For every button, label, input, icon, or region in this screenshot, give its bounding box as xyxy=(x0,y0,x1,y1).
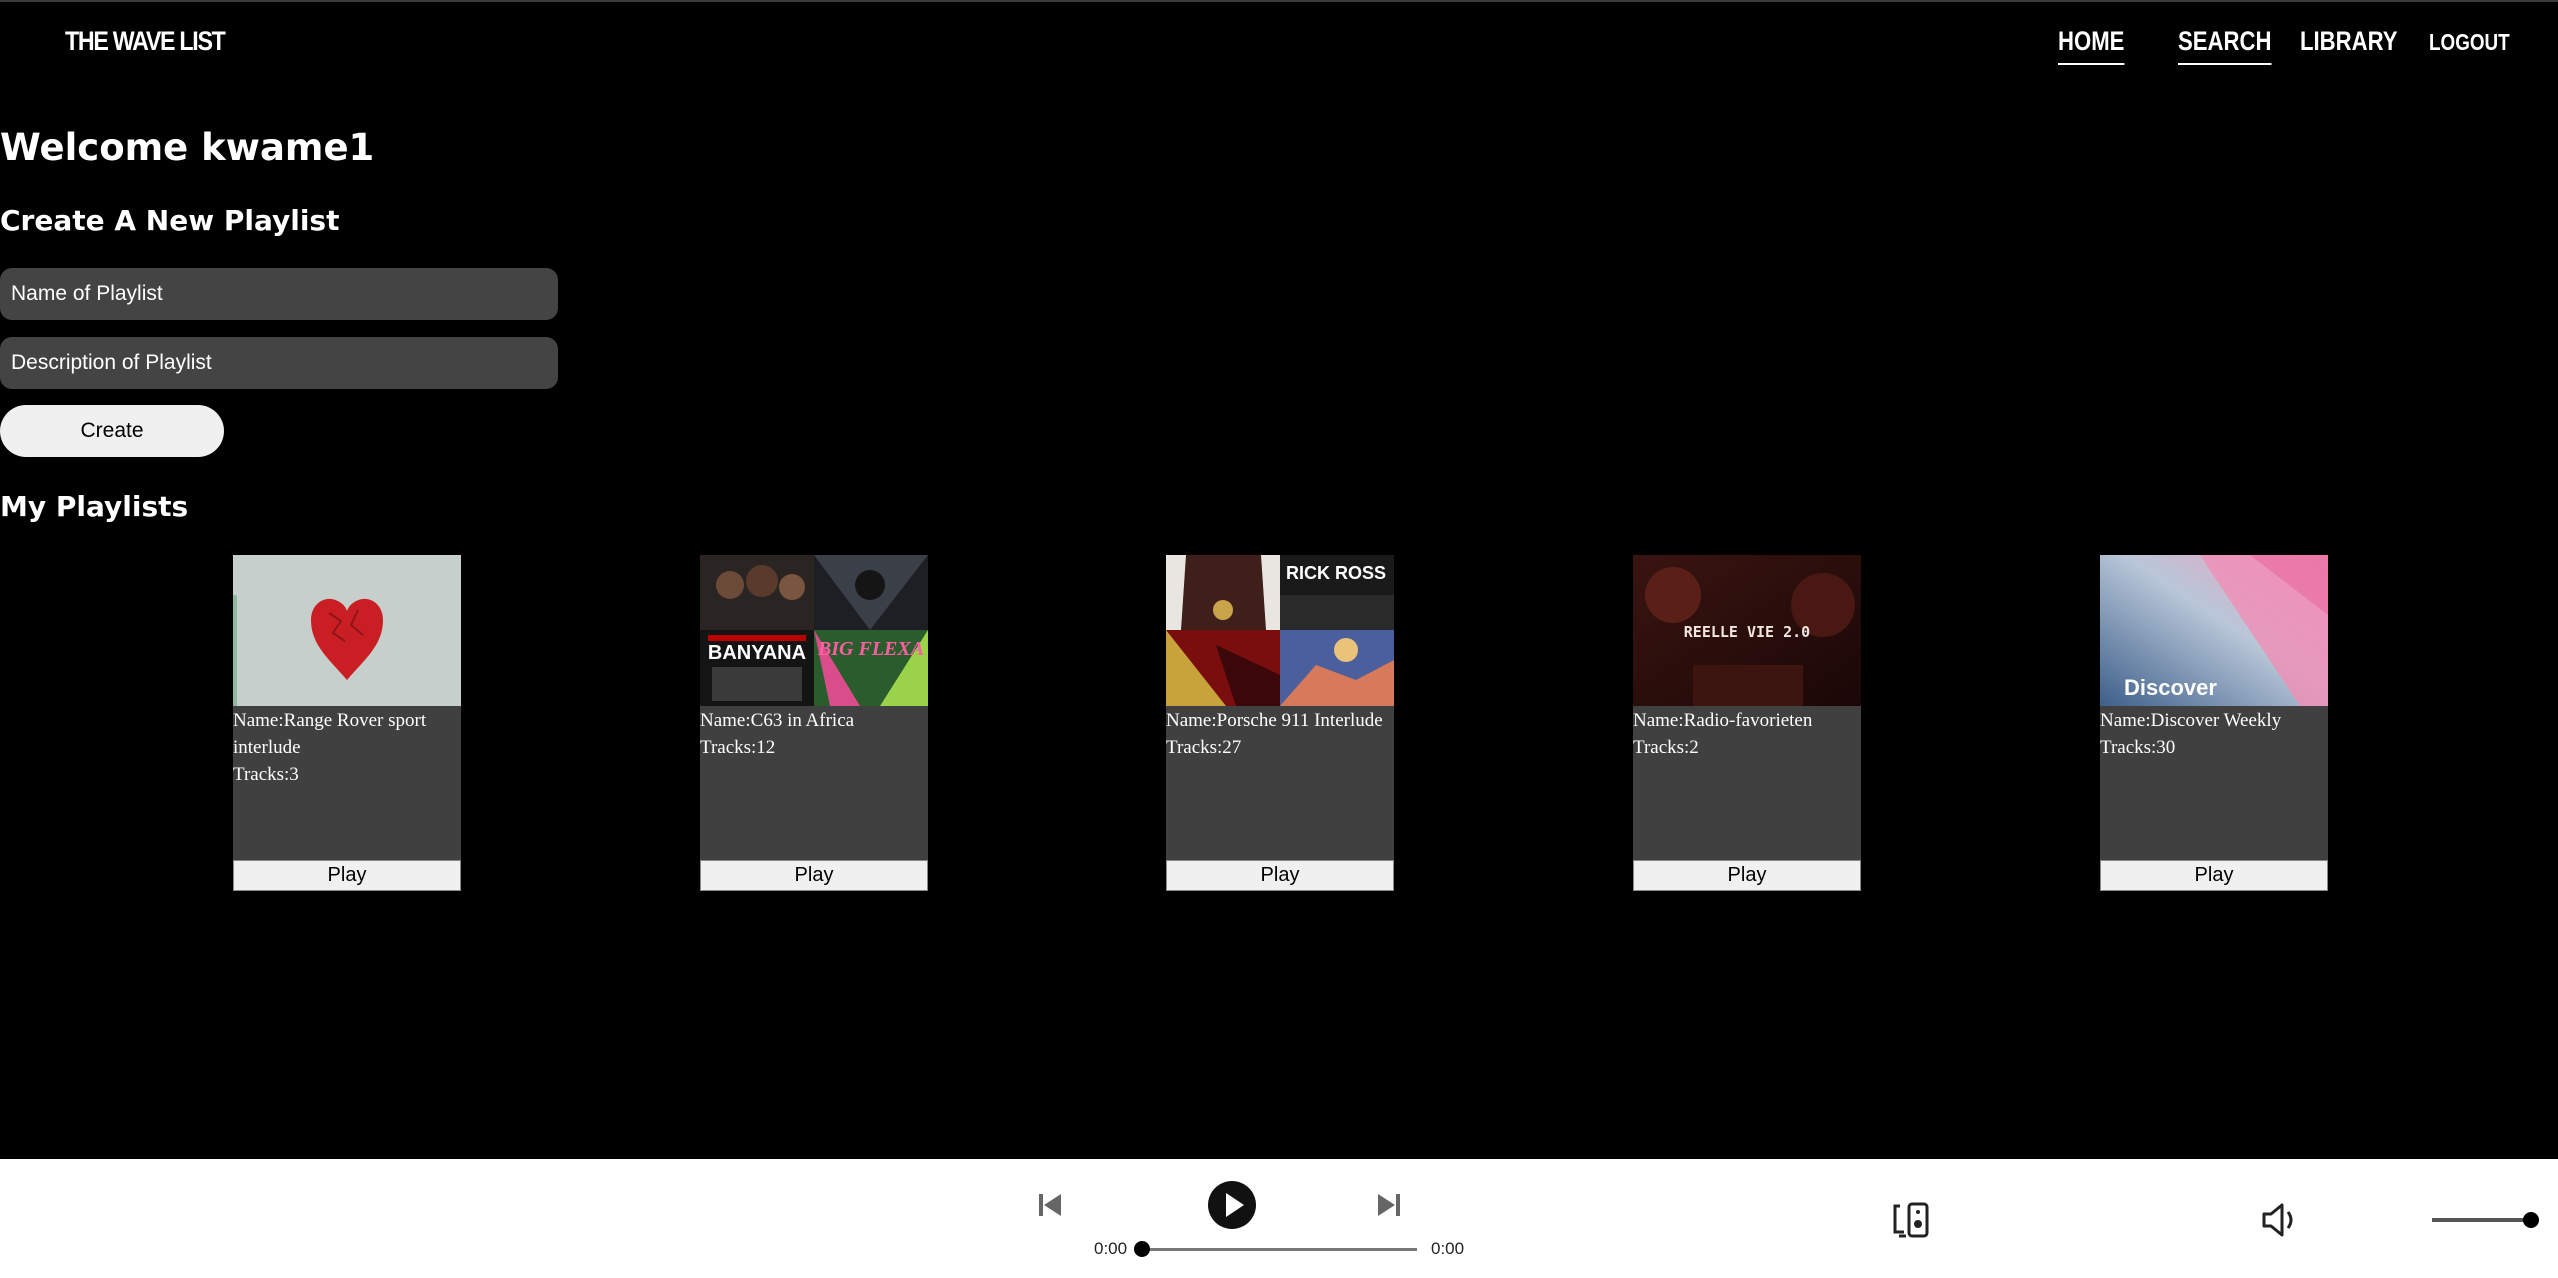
playlist-name: Name:Radio-favorieten xyxy=(1633,710,1813,731)
nav-home[interactable]: HOME xyxy=(2058,26,2125,65)
progress-thumb[interactable] xyxy=(1134,1241,1150,1257)
playlist-tracks: Tracks:2 xyxy=(1633,737,1699,758)
playlist-name: Name:Porsche 911 Interlude xyxy=(1166,710,1383,731)
playlist-tracks: Tracks:3 xyxy=(233,764,299,785)
playlist-cover[interactable] xyxy=(233,555,461,706)
volume-thumb[interactable] xyxy=(2523,1212,2539,1228)
cover-text-banyana: BANYANA xyxy=(708,642,806,664)
play-button[interactable]: Play xyxy=(1633,860,1861,891)
playlist-name: Name:C63 in Africa xyxy=(700,710,855,731)
play-button[interactable]: Play xyxy=(233,860,461,891)
playlist-card: Discover Name:Discover Weekly Tracks:30 … xyxy=(2100,555,2328,891)
volume-icon[interactable] xyxy=(2260,1202,2298,1242)
playlist-cover[interactable]: RICK ROSS xyxy=(1166,555,1394,706)
volume-slider[interactable] xyxy=(2432,1218,2532,1222)
playlist-name-input[interactable] xyxy=(0,268,558,320)
cover-text-radio: REELLE VIE 2.0 xyxy=(1684,623,1810,641)
cover-text-big-flexa: BIG FLEXA xyxy=(817,638,924,660)
nav-library[interactable]: LIBRARY xyxy=(2300,26,2398,63)
brand-logo[interactable]: THE WAVE LIST xyxy=(65,26,226,57)
create-playlist-heading: Create A New Playlist xyxy=(0,204,340,237)
playlist-tracks: Tracks:30 xyxy=(2100,737,2176,758)
playlist-card: BANYANA BIG FLEXA Name:C63 in Africa Tra… xyxy=(700,555,928,891)
top-border xyxy=(0,0,2558,2)
playlist-tracks: Tracks:12 xyxy=(700,737,776,758)
playlist-card: Name:Range Rover sport interlude Tracks:… xyxy=(233,555,461,891)
playlist-name: Name:Discover Weekly xyxy=(2100,710,2282,731)
create-button[interactable]: Create xyxy=(0,405,224,457)
playlist-name: Name:Range Rover sport interlude xyxy=(233,710,427,758)
welcome-heading: Welcome kwame1 xyxy=(0,126,375,169)
nav-search[interactable]: SEARCH xyxy=(2178,26,2272,65)
my-playlists-heading: My Playlists xyxy=(0,490,189,523)
cover-text-discover: Discover xyxy=(2124,675,2217,700)
next-track-icon[interactable] xyxy=(1375,1191,1403,1223)
play-button[interactable]: Play xyxy=(700,860,928,891)
playlist-cover[interactable]: Discover xyxy=(2100,555,2328,706)
play-pause-icon[interactable] xyxy=(1206,1179,1258,1235)
playlist-card: RICK ROSS Name:Porsche 911 Interlude Tra… xyxy=(1166,555,1394,891)
play-button[interactable]: Play xyxy=(1166,860,1394,891)
previous-track-icon[interactable] xyxy=(1036,1191,1064,1223)
playlist-tracks: Tracks:27 xyxy=(1166,737,1242,758)
current-time: 0:00 xyxy=(1094,1239,1128,1258)
playlist-description-input[interactable] xyxy=(0,337,558,389)
playlist-cover[interactable]: BANYANA BIG FLEXA xyxy=(700,555,928,706)
play-button[interactable]: Play xyxy=(2100,860,2328,891)
connect-device-icon[interactable] xyxy=(1892,1202,1932,1242)
progress-bar[interactable] xyxy=(1142,1248,1417,1251)
cover-text-rick-ross: RICK ROSS xyxy=(1286,563,1386,583)
player-bar: 0:00 0:00 xyxy=(0,1159,2558,1278)
playlist-card: REELLE VIE 2.0 Name:Radio-favorieten Tra… xyxy=(1633,555,1861,891)
duration: 0:00 xyxy=(1431,1239,1465,1258)
nav-logout[interactable]: LOGOUT xyxy=(2429,29,2510,62)
playlist-cover[interactable]: REELLE VIE 2.0 xyxy=(1633,555,1861,706)
